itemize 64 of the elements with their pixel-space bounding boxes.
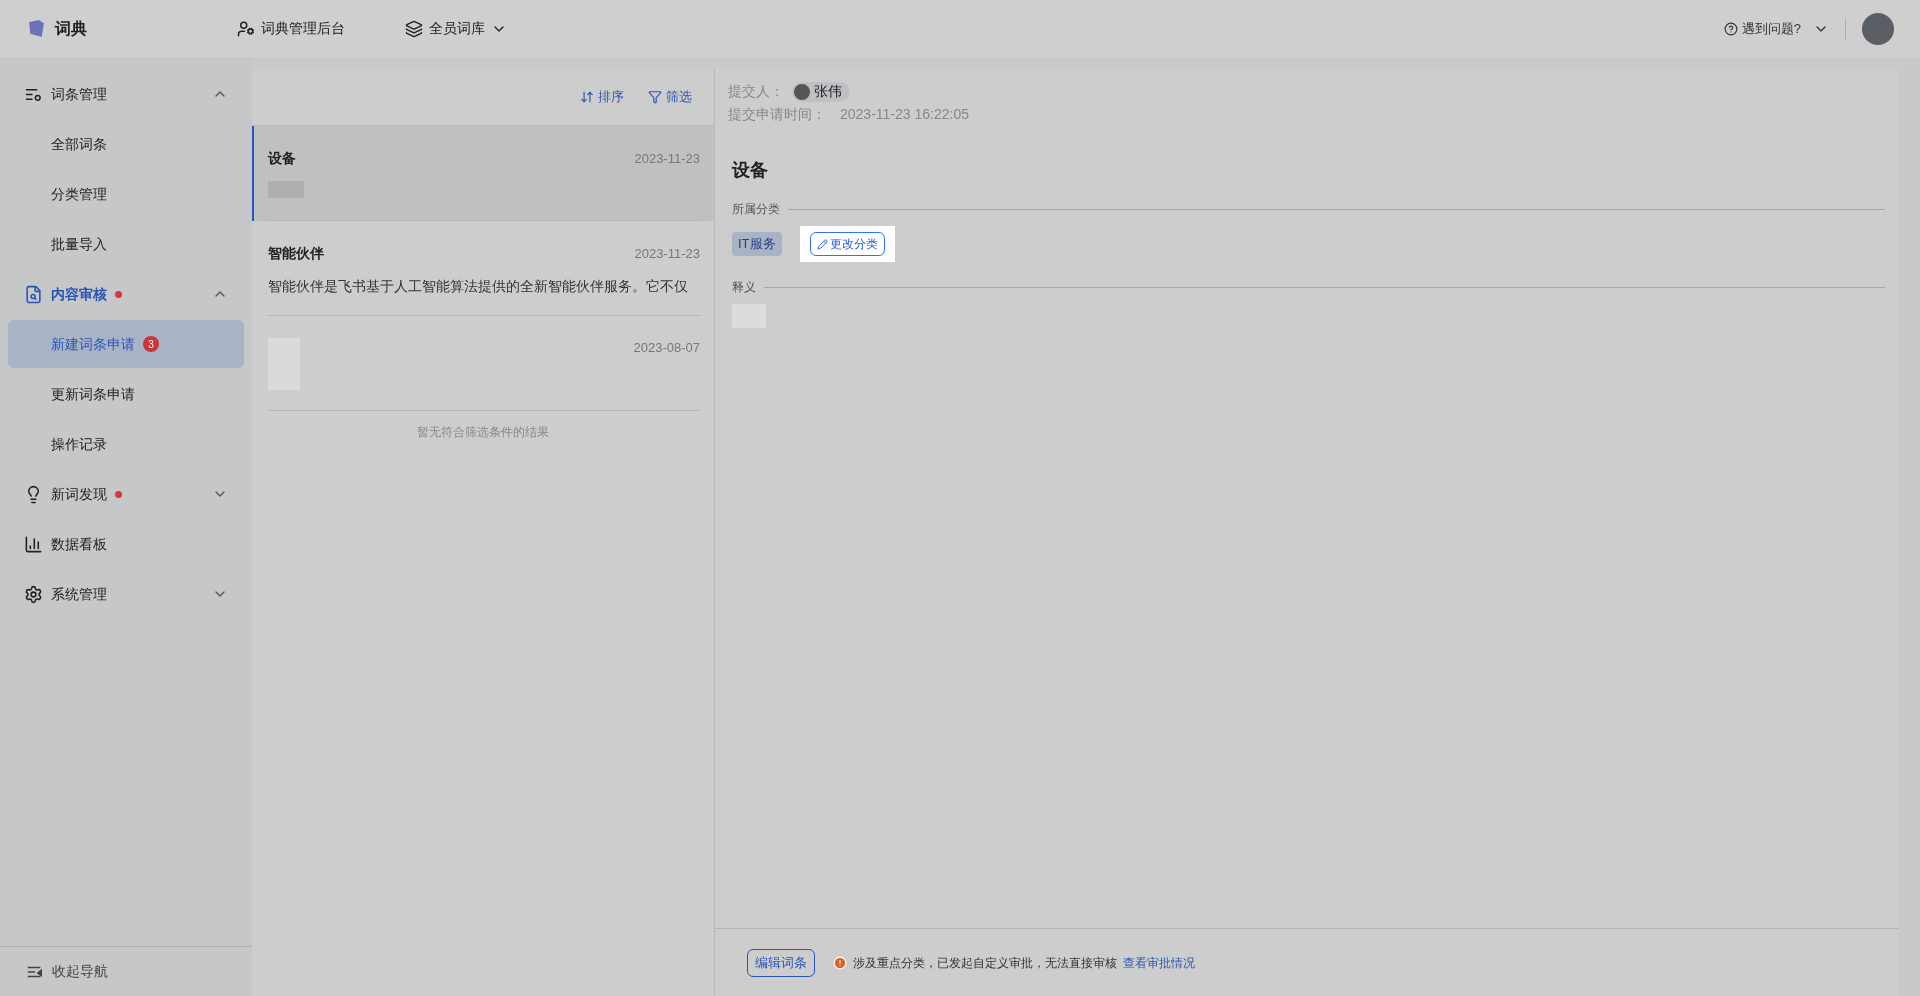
entry-date: 2023-11-23 — [634, 149, 700, 168]
sidebar-group[interactable]: 内容审核 — [8, 269, 244, 319]
sidebar-group-label: 新词发现 — [51, 484, 107, 504]
help-menu[interactable]: 遇到问题? — [1723, 18, 1829, 39]
sidebar-group[interactable]: 新词发现 — [8, 469, 244, 519]
submit-time: 2023-11-23 16:22:05 — [840, 105, 969, 124]
change-category-button[interactable]: 更改分类 — [809, 232, 885, 256]
sidebar-group-label: 系统管理 — [51, 584, 107, 604]
warning-icon — [833, 955, 847, 970]
top-nav-item[interactable]: 词典管理后台 — [237, 18, 345, 39]
nav-icon — [24, 534, 43, 554]
pencil-icon — [816, 238, 828, 250]
nav-icon — [405, 19, 423, 38]
sidebar-item[interactable]: 分类管理 — [8, 170, 244, 218]
entry-date: 2023-11-23 — [634, 244, 700, 263]
sidebar-item[interactable]: 全部词条 — [8, 120, 244, 168]
nav-icon — [24, 584, 43, 604]
entry-date: 2023-08-07 — [633, 339, 700, 357]
sidebar-item-label: 新建词条申请 — [51, 334, 135, 354]
user-chip[interactable]: 张伟 — [792, 81, 850, 102]
nav-icon — [237, 19, 255, 38]
entry-title: 设备 — [268, 149, 296, 168]
approval-notice: 涉及重点分类，已发起自定义审批，无法直接审核 — [853, 954, 1117, 972]
sidebar-item-label: 更新词条申请 — [51, 384, 135, 404]
avatar — [794, 83, 810, 100]
submitter-label: 提交人： — [728, 82, 784, 101]
sidebar-item[interactable]: 批量导入 — [8, 220, 244, 268]
entry-heading: 设备 — [732, 159, 769, 182]
filter-icon — [648, 90, 662, 104]
nav-icon — [24, 284, 43, 304]
entry-list-item[interactable]: 设备 2023-11-23 — [252, 126, 714, 221]
help-icon — [1723, 21, 1738, 36]
sidebar-item-label: 批量导入 — [51, 234, 107, 254]
section-label: 释义 — [732, 279, 756, 296]
sidebar-item-label: 分类管理 — [51, 184, 107, 204]
top-nav-item[interactable]: 全员词库 — [405, 18, 507, 39]
view-approval-link[interactable]: 查看审批情况 — [1123, 953, 1195, 972]
count-badge: 3 — [143, 336, 159, 352]
sidebar-group[interactable]: 数据看板 — [8, 519, 244, 569]
list-action-button[interactable]: 排序 — [580, 87, 624, 107]
empty-result-note: 暂无符合筛选条件的结果 — [417, 424, 549, 441]
section-label: 所属分类 — [732, 201, 780, 218]
user-avatar[interactable] — [1862, 12, 1894, 45]
sidebar-group-label: 内容审核 — [51, 284, 107, 304]
collapse-nav-button[interactable]: 收起导航 — [0, 961, 108, 982]
sidebar-item-label: 操作记录 — [51, 434, 107, 454]
sidebar-group[interactable]: 系统管理 — [8, 569, 244, 619]
sidebar-item[interactable]: 操作记录 — [8, 420, 244, 468]
sidebar-item[interactable]: 更新词条申请 — [8, 370, 244, 418]
app-logo-icon — [26, 18, 47, 39]
edit-entry-button[interactable]: 编辑词条 — [747, 948, 815, 977]
entry-list-item[interactable]: 智能伙伴 2023-11-23 智能伙伴是飞书基于人工智能算法提供的全新智能伙伴服务。它不仅 — [252, 221, 714, 316]
app-name: 词典 — [55, 18, 87, 39]
submit-time-label: 提交申请时间： — [728, 105, 826, 124]
sidebar-group-label: 数据看板 — [51, 534, 107, 554]
sidebar-item[interactable]: 新建词条申请 3 — [8, 320, 244, 368]
sidebar-group[interactable]: 词条管理 — [8, 69, 244, 119]
entry-title: 智能伙伴 — [268, 244, 324, 263]
entry-snippet: 智能伙伴是飞书基于人工智能算法提供的全新智能伙伴服务。它不仅 — [268, 277, 689, 296]
sidebar-item-label: 全部词条 — [51, 134, 107, 154]
sidebar-group-label: 词条管理 — [51, 84, 107, 104]
list-action-button[interactable]: 筛选 — [648, 87, 692, 107]
category-tag: IT服务 — [732, 232, 782, 256]
sort-icon — [580, 90, 594, 104]
